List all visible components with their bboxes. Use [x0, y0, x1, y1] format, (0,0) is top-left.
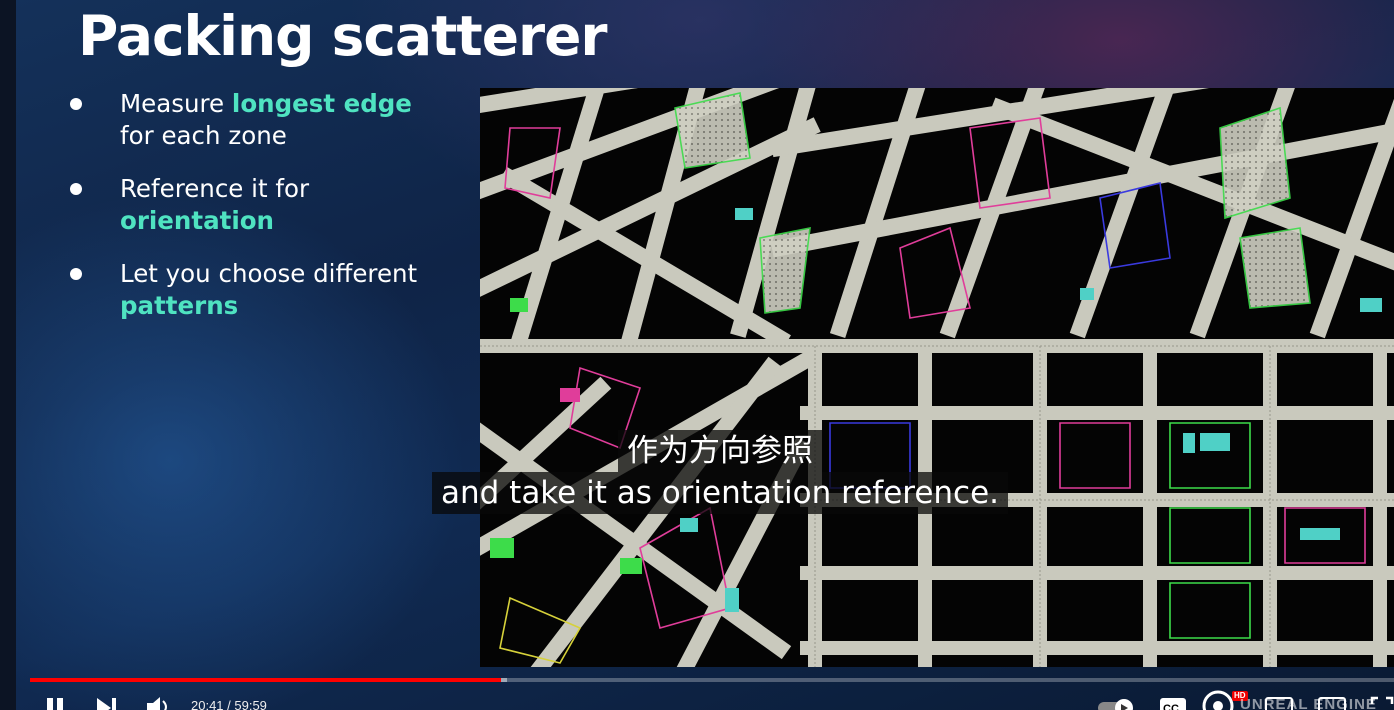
progress-bar[interactable] [30, 678, 1394, 682]
pause-button[interactable] [44, 698, 68, 710]
bullet-item: Reference it for orientation [66, 173, 466, 237]
bullet-item: Let you choose different patterns [66, 258, 466, 322]
road-network-drawing [480, 88, 1394, 667]
bullet-text: Measure longest edge for each zone [120, 88, 466, 152]
bullet-list: Measure longest edge for each zone Refer… [66, 88, 466, 343]
bullet-item: Measure longest edge for each zone [66, 88, 466, 152]
progress-played [30, 678, 501, 682]
bullet-dot [70, 98, 82, 110]
volume-icon [147, 697, 167, 710]
bullet-text-plain: for each zone [120, 121, 287, 150]
bullet-highlight: orientation [120, 206, 274, 235]
settings-icon [1202, 690, 1234, 710]
captions-button[interactable]: CC [1160, 698, 1186, 710]
subtitle-line-english: and take it as orientation reference. [431, 472, 1009, 514]
bullet-text-plain: Reference it for [120, 174, 310, 203]
bullet-highlight: longest edge [231, 89, 412, 118]
volume-button[interactable] [145, 697, 171, 710]
bullet-highlight: patterns [120, 291, 239, 320]
slide-title: Packing scatterer [78, 4, 608, 68]
subtitle-line-chinese: 作为方向参照 [618, 430, 822, 472]
bullet-dot [70, 268, 82, 280]
next-button[interactable] [95, 698, 119, 710]
video-player[interactable]: Packing scatterer Measure longest edge f… [0, 0, 1394, 710]
city-layout-map-image [480, 88, 1394, 667]
bullet-dot [70, 183, 82, 195]
unreal-engine-watermark: UNREAL ENGINE [1240, 696, 1377, 710]
captions-icon: CC [1160, 698, 1186, 710]
pause-icon [47, 698, 63, 710]
bullet-text: Reference it for orientation [120, 173, 466, 237]
svg-text:CC: CC [1163, 703, 1179, 710]
settings-button[interactable] [1202, 690, 1236, 710]
autoplay-toggle[interactable] [1098, 698, 1138, 710]
bullet-text-plain: Measure [120, 89, 232, 118]
autoplay-toggle-icon [1098, 699, 1133, 710]
player-controls: 20:41 / 59:59 CC HD [0, 690, 1394, 710]
time-display: 20:41 / 59:59 [191, 698, 267, 710]
subtitle-overlay: 作为方向参照 and take it as orientation refere… [0, 430, 1394, 514]
bullet-text: Let you choose different patterns [120, 258, 466, 322]
player-edge [0, 0, 16, 710]
next-icon [97, 698, 116, 710]
bullet-text-plain: Let you choose different [120, 259, 418, 288]
